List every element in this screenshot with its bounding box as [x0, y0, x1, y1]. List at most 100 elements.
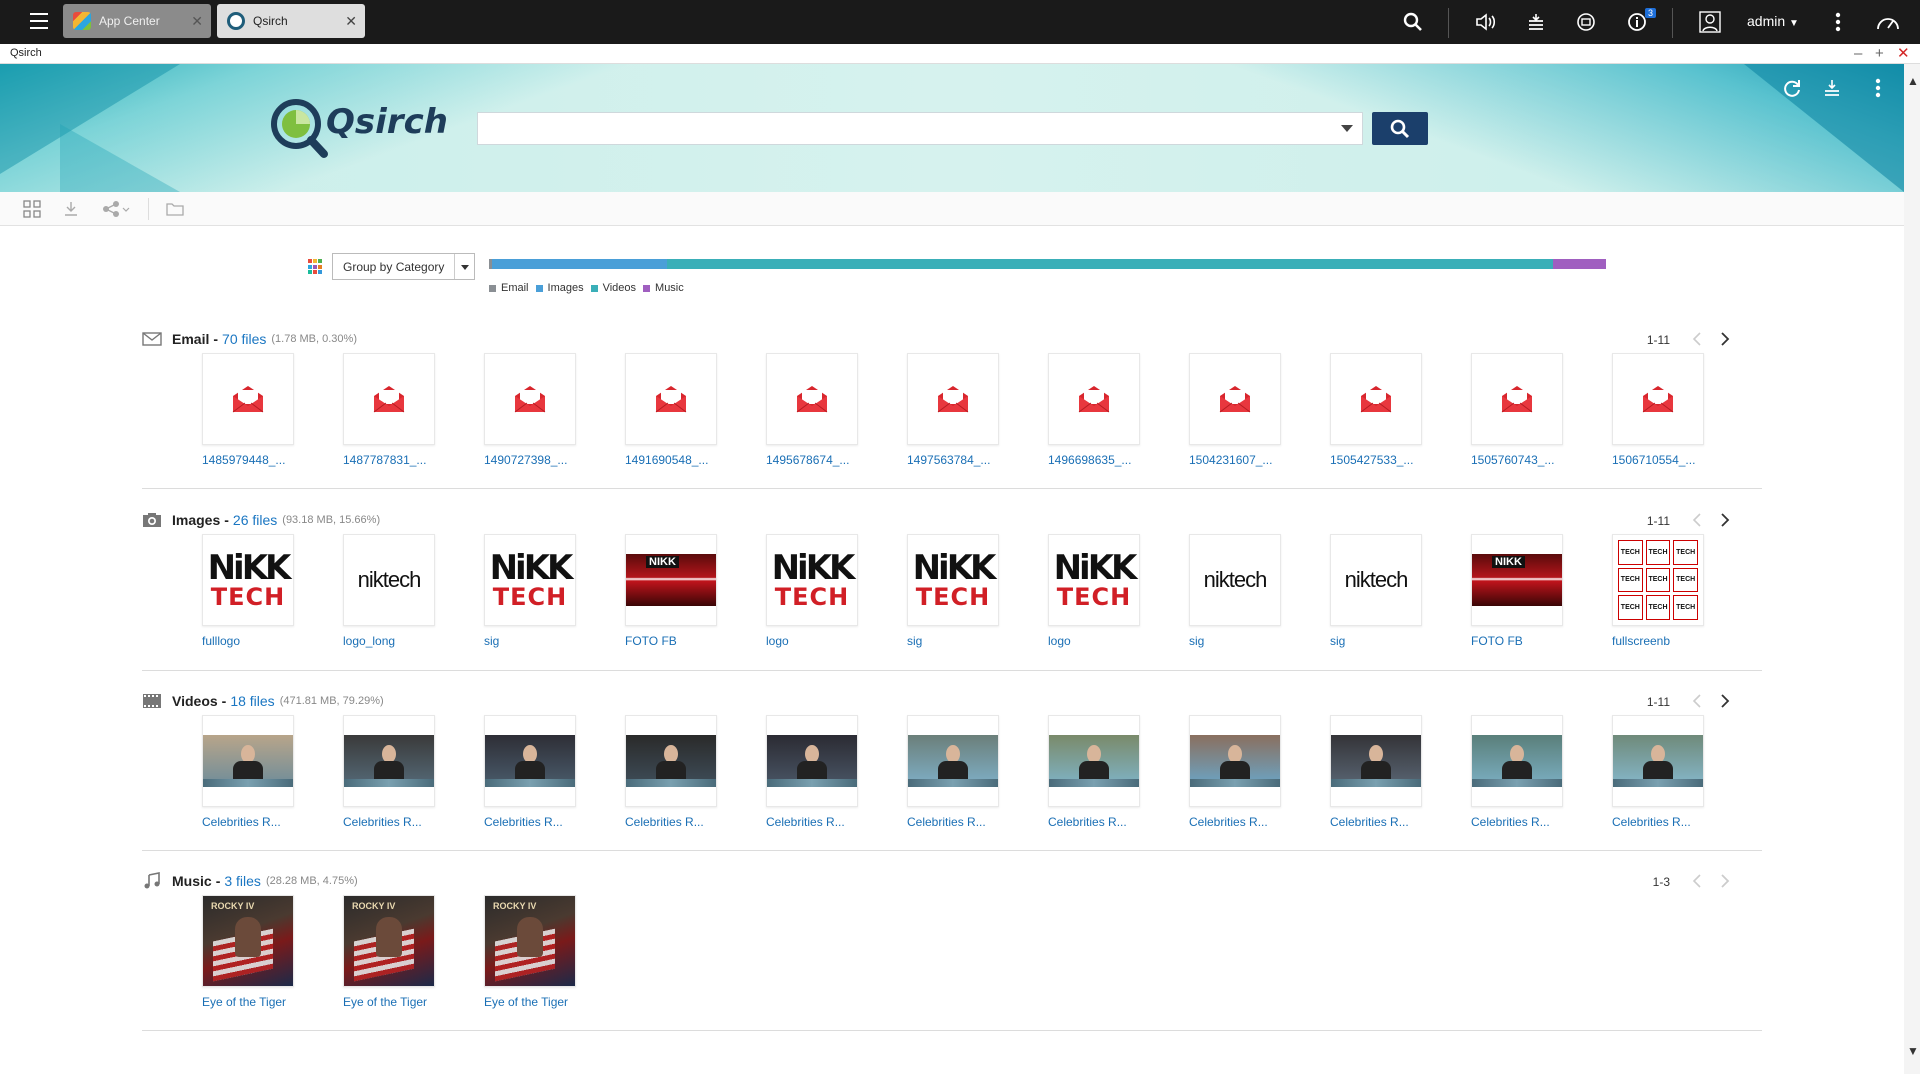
file-tile[interactable]: Celebrities R... [1330, 715, 1471, 829]
chevron-left-icon[interactable] [1688, 329, 1706, 349]
file-name-link[interactable]: Celebrities R... [484, 815, 584, 829]
file-tile[interactable]: 1504231607_... [1189, 353, 1330, 467]
file-tile[interactable]: Celebrities R... [202, 715, 343, 829]
search-button[interactable] [1372, 112, 1428, 145]
file-name-link[interactable]: Celebrities R... [1612, 815, 1712, 829]
file-name-link[interactable]: sig [484, 634, 584, 648]
file-tile[interactable]: 1496698635_... [1048, 353, 1189, 467]
file-name-link[interactable]: 1504231607_... [1189, 453, 1289, 467]
chevron-left-icon[interactable] [1688, 871, 1706, 891]
file-tile[interactable]: Celebrities R... [907, 715, 1048, 829]
file-tile[interactable]: Celebrities R... [1471, 715, 1612, 829]
close-window-icon[interactable]: ✕ [1897, 44, 1910, 64]
section-file-count-link[interactable]: 18 files [230, 693, 274, 709]
file-tile[interactable]: 1505427533_... [1330, 353, 1471, 467]
file-name-link[interactable]: logo [766, 634, 866, 648]
search-input[interactable] [478, 113, 1318, 144]
close-icon[interactable]: ✕ [191, 13, 203, 30]
select-all-icon[interactable] [20, 198, 44, 220]
external-device-icon[interactable] [1573, 10, 1599, 34]
section-file-count-link[interactable]: 70 files [222, 331, 266, 347]
file-tile[interactable]: 1491690548_... [625, 353, 766, 467]
file-name-link[interactable]: 1505760743_... [1471, 453, 1571, 467]
file-name-link[interactable]: Celebrities R... [343, 815, 443, 829]
file-tile[interactable]: NIKK FOTO FB [625, 534, 766, 648]
file-name-link[interactable]: fullscreenb [1612, 634, 1712, 648]
file-tile[interactable]: NiKK TECH fulllogo [202, 534, 343, 648]
file-name-link[interactable]: 1506710554_... [1612, 453, 1712, 467]
minimize-icon[interactable]: – [1854, 44, 1862, 64]
folder-icon[interactable] [163, 198, 187, 220]
file-tile[interactable]: Celebrities R... [1048, 715, 1189, 829]
file-name-link[interactable]: sig [1189, 634, 1289, 648]
close-icon[interactable]: ✕ [345, 13, 357, 30]
section-file-count-link[interactable]: 26 files [233, 512, 277, 528]
file-name-link[interactable]: 1496698635_... [1048, 453, 1148, 467]
file-name-link[interactable]: logo_long [343, 634, 443, 648]
file-name-link[interactable]: Celebrities R... [625, 815, 725, 829]
file-name-link[interactable]: sig [907, 634, 1007, 648]
chevron-right-icon[interactable] [1716, 510, 1734, 530]
file-name-link[interactable]: sig [1330, 634, 1430, 648]
dashboard-gauge-icon[interactable] [1875, 10, 1901, 34]
file-name-link[interactable]: 1485979448_... [202, 453, 302, 467]
file-tile[interactable]: Celebrities R... [1189, 715, 1330, 829]
group-by-select[interactable]: Group by Category [332, 253, 475, 280]
file-tile[interactable]: 1485979448_... [202, 353, 343, 467]
file-name-link[interactable]: fulllogo [202, 634, 302, 648]
file-name-link[interactable]: Celebrities R... [1189, 815, 1289, 829]
file-tile[interactable]: NiKK TECH sig [907, 534, 1048, 648]
file-name-link[interactable]: logo [1048, 634, 1148, 648]
file-name-link[interactable]: Celebrities R... [766, 815, 866, 829]
user-menu[interactable]: admin ▼ [1747, 13, 1799, 29]
file-name-link[interactable]: Celebrities R... [907, 815, 1007, 829]
more-options-icon[interactable] [1825, 10, 1851, 34]
file-tile[interactable]: NiKK TECH logo [1048, 534, 1189, 648]
search-box[interactable] [477, 112, 1363, 145]
file-tile[interactable]: Celebrities R... [1612, 715, 1753, 829]
file-tile[interactable]: Celebrities R... [766, 715, 907, 829]
file-name-link[interactable]: Eye of the Tiger [343, 995, 443, 1009]
file-tile[interactable]: Celebrities R... [625, 715, 766, 829]
file-tile[interactable]: 1506710554_... [1612, 353, 1753, 467]
volume-icon[interactable] [1473, 10, 1499, 34]
section-file-count-link[interactable]: 3 files [224, 873, 261, 889]
file-tile[interactable]: NIKK FOTO FB [1471, 534, 1612, 648]
download-icon[interactable] [59, 198, 83, 220]
file-tile[interactable]: Celebrities R... [343, 715, 484, 829]
file-name-link[interactable]: Celebrities R... [202, 815, 302, 829]
file-tile[interactable]: niktech sig [1189, 534, 1330, 648]
file-name-link[interactable]: 1495678674_... [766, 453, 866, 467]
info-icon[interactable]: 3 [1624, 8, 1656, 34]
file-tile[interactable]: NiKK TECH logo [766, 534, 907, 648]
file-name-link[interactable]: 1491690548_... [625, 453, 725, 467]
user-avatar-icon[interactable] [1697, 10, 1723, 34]
file-name-link[interactable]: FOTO FB [625, 634, 725, 648]
file-name-link[interactable]: FOTO FB [1471, 634, 1571, 648]
search-options-dropdown[interactable] [1338, 121, 1356, 137]
file-name-link[interactable]: Celebrities R... [1330, 815, 1430, 829]
background-tasks-icon[interactable] [1523, 10, 1549, 34]
file-tile[interactable]: Celebrities R... [484, 715, 625, 829]
chevron-left-icon[interactable] [1688, 691, 1706, 711]
tab-qsirch[interactable]: Qsirch ✕ [217, 4, 365, 38]
file-tile[interactable]: 1487787831_... [343, 353, 484, 467]
file-tile[interactable]: 1505760743_... [1471, 353, 1612, 467]
file-tile[interactable]: NiKK TECH sig [484, 534, 625, 648]
scroll-down-icon[interactable]: ▼ [1907, 1044, 1919, 1058]
file-tile[interactable]: ROCKY IV Eye of the Tiger [343, 895, 484, 1009]
file-name-link[interactable]: 1490727398_... [484, 453, 584, 467]
main-menu-icon[interactable] [22, 8, 56, 36]
file-tile[interactable]: ROCKY IV Eye of the Tiger [484, 895, 625, 1009]
share-icon[interactable] [100, 198, 134, 220]
scroll-up-icon[interactable]: ▲ [1907, 74, 1919, 88]
file-name-link[interactable]: Celebrities R... [1048, 815, 1148, 829]
file-name-link[interactable]: 1497563784_... [907, 453, 1007, 467]
file-name-link[interactable]: Celebrities R... [1471, 815, 1571, 829]
file-name-link[interactable]: 1505427533_... [1330, 453, 1430, 467]
chevron-left-icon[interactable] [1688, 510, 1706, 530]
more-options-icon[interactable] [1866, 76, 1890, 100]
file-tile[interactable]: 1495678674_... [766, 353, 907, 467]
file-tile[interactable]: 1490727398_... [484, 353, 625, 467]
vertical-scrollbar[interactable]: ▲ ▼ [1904, 64, 1920, 1074]
